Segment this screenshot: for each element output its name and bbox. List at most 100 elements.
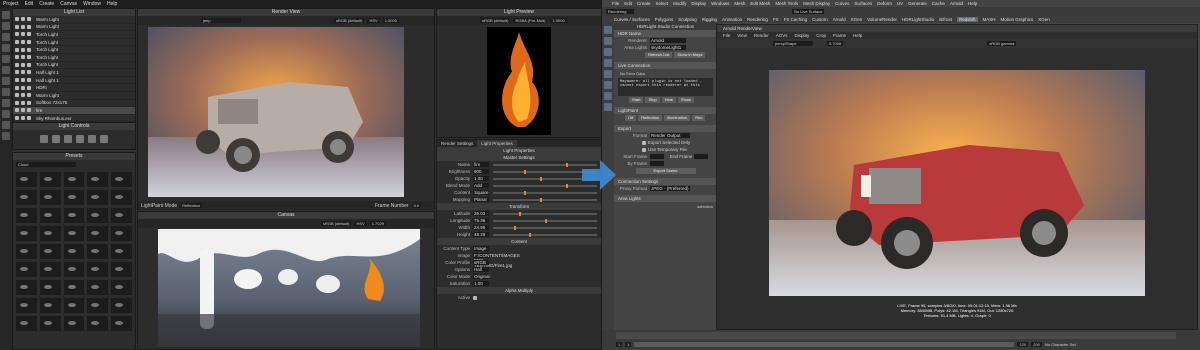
master-settings-header[interactable]: Master Settings xyxy=(437,154,601,161)
sky-tool-icon[interactable] xyxy=(2,99,10,107)
gradient-tool-icon[interactable] xyxy=(2,88,10,96)
frame-input[interactable]: 0.0 xyxy=(411,203,422,208)
preset-thumbnail[interactable] xyxy=(16,190,37,205)
solo-checkbox[interactable] xyxy=(21,40,25,45)
arnold-zoom-value[interactable]: 0.7056 xyxy=(827,41,844,46)
visibility-checkbox[interactable] xyxy=(15,17,19,22)
scale-tool-icon[interactable] xyxy=(604,81,612,89)
visibility-checkbox[interactable] xyxy=(15,78,19,83)
property-value[interactable]: F:/CONTENT/IMAGES FOR TESTING/Fire1.jpg xyxy=(473,253,520,268)
range-slider[interactable] xyxy=(634,342,1015,347)
property-slider[interactable] xyxy=(493,225,597,230)
visibility-checkbox[interactable] xyxy=(15,85,19,90)
preset-thumbnail[interactable] xyxy=(111,316,132,331)
maya-menu-item[interactable]: Edit xyxy=(624,1,632,6)
solo-checkbox[interactable] xyxy=(21,55,25,60)
move-tool-icon[interactable] xyxy=(604,59,612,67)
preset-thumbnail[interactable] xyxy=(111,298,132,313)
preset-thumbnail[interactable] xyxy=(63,244,85,259)
slider-handle[interactable] xyxy=(545,218,547,223)
preset-thumbnail[interactable] xyxy=(111,190,132,205)
preset-thumbnail[interactable] xyxy=(111,280,132,295)
lock-checkbox[interactable] xyxy=(27,116,31,121)
preset-thumbnail[interactable] xyxy=(16,280,37,295)
rotate-light-icon[interactable] xyxy=(52,135,60,143)
solo-checkbox[interactable] xyxy=(21,62,25,67)
visibility-checkbox[interactable] xyxy=(15,116,19,121)
lock-checkbox[interactable] xyxy=(27,100,31,105)
alpha-active-checkbox[interactable] xyxy=(473,295,477,300)
lasso-tool-icon[interactable] xyxy=(604,37,612,45)
show-button[interactable]: Show xyxy=(677,97,694,103)
range-start[interactable]: 1 xyxy=(616,342,623,347)
time-slider[interactable] xyxy=(616,332,1176,339)
maya-menu-item[interactable]: Mesh Tools xyxy=(775,1,798,6)
workspace-select[interactable]: Rendering xyxy=(606,9,634,14)
lock-checkbox[interactable] xyxy=(27,47,31,52)
visibility-checkbox[interactable] xyxy=(15,55,19,60)
preset-thumbnail[interactable] xyxy=(39,226,61,241)
preset-thumbnail[interactable] xyxy=(63,226,85,241)
property-slider[interactable] xyxy=(493,197,597,202)
shelf-tab[interactable]: FX Caching xyxy=(784,17,808,22)
maya-menu-item[interactable]: Deform xyxy=(877,1,892,6)
start-frame-input[interactable] xyxy=(650,154,664,159)
light-list-row[interactable]: Warm Light xyxy=(13,16,135,24)
shelf-tab[interactable]: Custom xyxy=(812,17,828,22)
slider-handle[interactable] xyxy=(519,211,521,216)
refresh-list-button[interactable]: Refresh List xyxy=(645,52,673,58)
camera-select[interactable]: jeep xyxy=(201,18,241,23)
maya-menu-item[interactable]: Select xyxy=(656,1,669,6)
lock-checkbox[interactable] xyxy=(27,40,31,45)
property-value[interactable]: fire xyxy=(473,162,489,167)
arnold-menu-item[interactable]: View xyxy=(737,33,747,38)
menu-window[interactable]: Window xyxy=(83,1,101,7)
lp-off-button[interactable]: Off xyxy=(625,115,637,121)
live-connection-section[interactable]: Live Connection xyxy=(614,62,717,69)
preset-thumbnail[interactable] xyxy=(87,280,109,295)
preset-thumbnail[interactable] xyxy=(63,262,85,277)
maya-menu-item[interactable]: Generate xyxy=(908,1,927,6)
preset-thumbnail[interactable] xyxy=(111,226,132,241)
preset-thumbnail[interactable] xyxy=(87,190,109,205)
maya-menu-item[interactable]: Mesh xyxy=(734,1,745,6)
preset-thumbnail[interactable] xyxy=(63,190,85,205)
preview-color-select[interactable]: sRGB (default) xyxy=(480,18,511,23)
preview-value[interactable]: 1.0000 xyxy=(550,18,567,23)
shelf-tab[interactable]: Rigging xyxy=(702,17,717,22)
preset-thumbnail[interactable] xyxy=(16,298,37,313)
solo-checkbox[interactable] xyxy=(21,116,25,121)
range-end-2[interactable]: 200 xyxy=(1031,342,1042,347)
menu-canvas[interactable]: Canvas xyxy=(60,1,77,7)
light-list-row[interactable]: Torch Light xyxy=(13,54,135,62)
lock-checkbox[interactable] xyxy=(27,108,31,113)
tab-render-settings[interactable]: Render Settings xyxy=(437,140,477,147)
preset-thumbnail[interactable] xyxy=(39,298,61,313)
preset-thumbnail[interactable] xyxy=(87,316,109,331)
light-list-row[interactable]: Torch Light xyxy=(13,31,135,39)
light-list-row[interactable]: Warm Light xyxy=(13,92,135,100)
slider-handle[interactable] xyxy=(565,183,568,188)
shelf-tab[interactable]: Motion Graphics xyxy=(1001,17,1034,22)
select-tool-icon[interactable] xyxy=(2,11,10,19)
slider-handle[interactable] xyxy=(524,169,527,174)
image-tool-icon[interactable] xyxy=(2,110,10,118)
slider-handle[interactable] xyxy=(524,190,527,195)
preset-thumbnail[interactable] xyxy=(16,208,37,223)
light-list-row[interactable]: Warm Light xyxy=(13,24,135,32)
export-section[interactable]: Export xyxy=(614,125,717,132)
shelf-tab[interactable]: VolumeRender xyxy=(867,17,897,22)
preset-thumbnail[interactable] xyxy=(39,316,61,331)
lp-reflection-button[interactable]: Reflection xyxy=(638,115,663,121)
light-list-row[interactable]: HDRi xyxy=(13,84,135,92)
export-scene-button[interactable]: Export Scene xyxy=(635,168,696,174)
lock-checkbox[interactable] xyxy=(27,85,31,90)
preset-thumbnail[interactable] xyxy=(87,226,109,241)
preset-thumbnail[interactable] xyxy=(111,208,132,223)
maya-menu-item[interactable]: Arnold xyxy=(950,1,963,6)
arnold-menu-item[interactable]: Help xyxy=(853,33,862,38)
maya-menu-item[interactable]: Help xyxy=(968,1,977,6)
select-tool-icon[interactable] xyxy=(604,26,612,34)
preset-thumbnail[interactable] xyxy=(16,226,37,241)
shelf-tab[interactable]: Animation xyxy=(722,17,742,22)
